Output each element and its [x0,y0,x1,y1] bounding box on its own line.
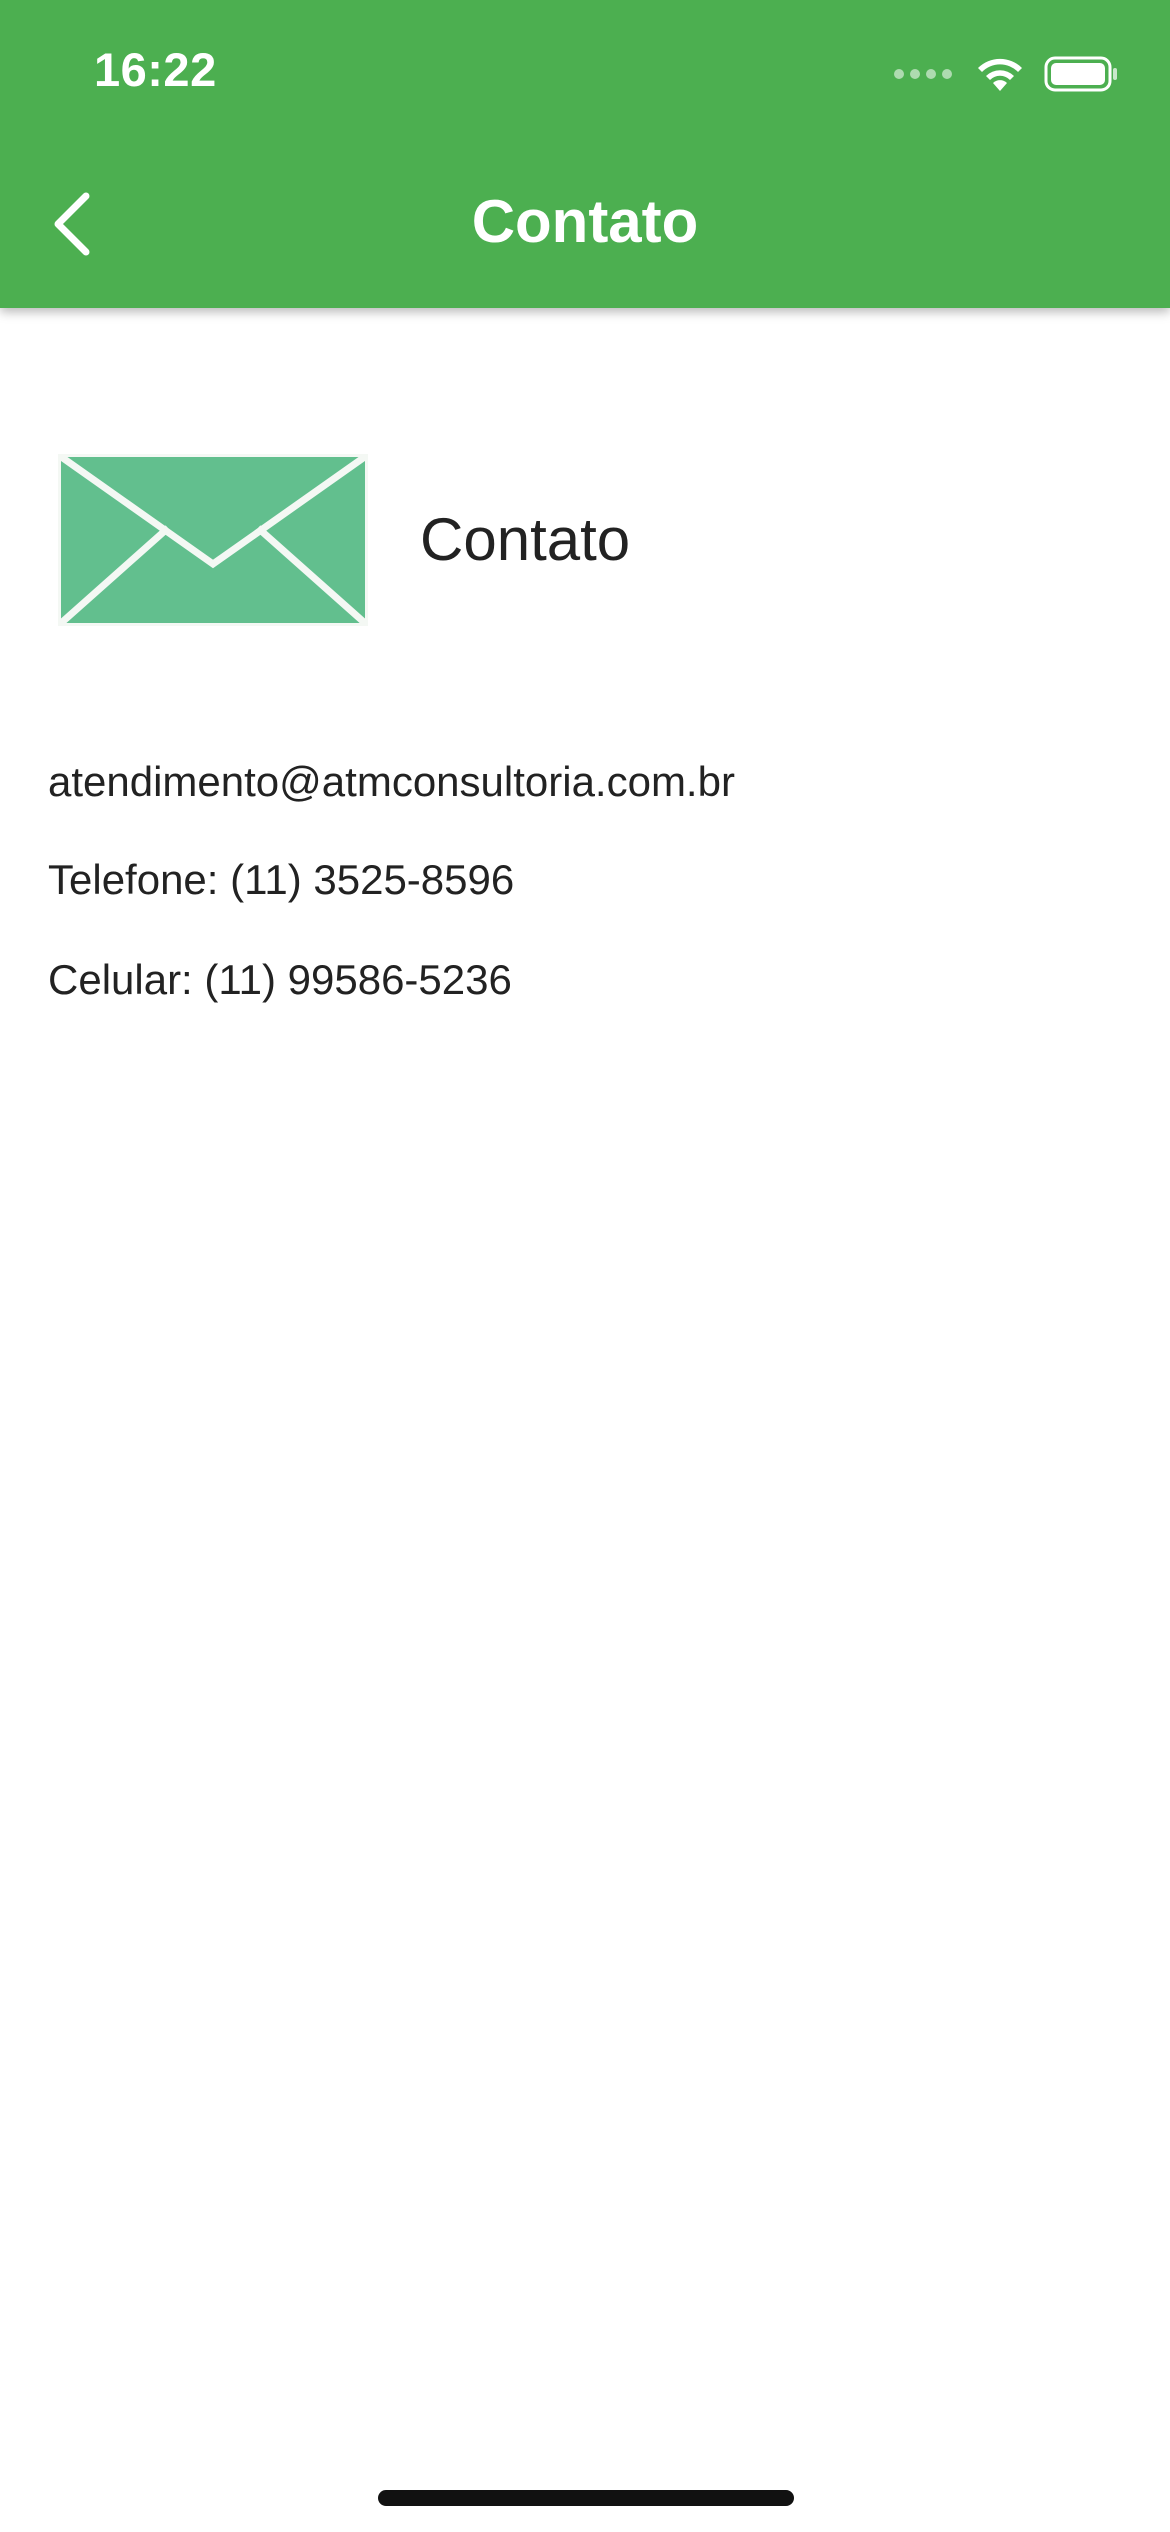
home-indicator[interactable] [378,2490,794,2506]
mobile-number[interactable]: Celular: (11) 99586-5236 [48,954,512,1006]
battery-icon [1044,56,1117,92]
phone-number[interactable]: Telefone: (11) 3525-8596 [48,854,514,906]
contact-header: Contato [58,454,630,626]
wifi-icon [978,58,1022,91]
page-title: Contato [471,188,699,255]
status-icons [894,52,1118,96]
app-bar: 16:22 Contato [0,0,1170,308]
status-time: 16:22 [94,43,217,96]
envelope-icon [58,454,368,626]
contact-title: Contato [420,506,631,573]
email-link[interactable]: atendimento@atmconsultoria.com.br [48,756,735,808]
signal-strength-icon [894,69,952,79]
